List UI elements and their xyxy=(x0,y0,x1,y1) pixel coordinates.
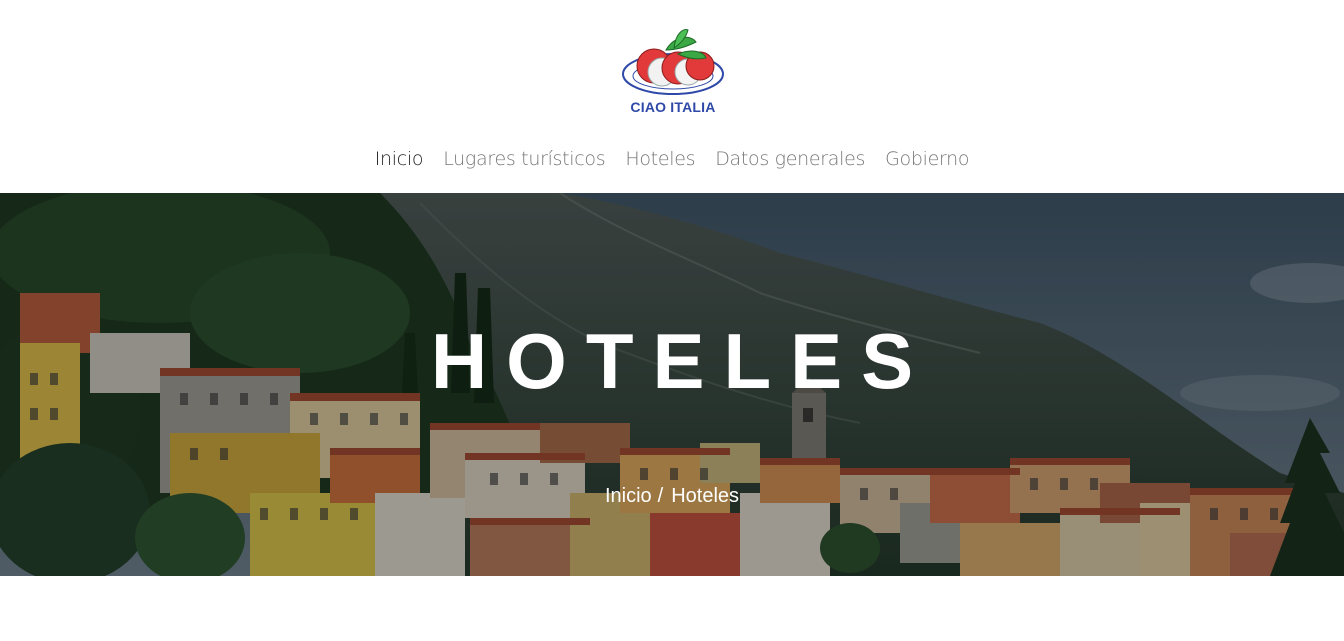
page-content-area xyxy=(0,576,1344,641)
caprese-plate-icon xyxy=(622,29,724,95)
nav-item-hoteles[interactable]: Hoteles xyxy=(615,146,705,172)
page-title: HOTELES xyxy=(430,317,933,405)
brand-name: CIAO ITALIA xyxy=(630,99,716,115)
breadcrumb-current: Hoteles xyxy=(671,485,740,507)
nav-item-inicio[interactable]: Inicio xyxy=(365,146,433,172)
breadcrumb-home-link[interactable]: Inicio xyxy=(605,485,652,508)
nav-item-gobierno[interactable]: Gobierno xyxy=(875,146,979,172)
breadcrumb: Inicio / Hoteles xyxy=(0,485,1344,508)
site-header: CIAO ITALIA Inicio Lugares turísticos Ho… xyxy=(0,0,1344,193)
hero-banner: HOTELES Inicio / Hoteles xyxy=(0,193,1344,576)
nav-item-lugares-turisticos[interactable]: Lugares turísticos xyxy=(433,146,615,172)
breadcrumb-separator: / xyxy=(657,485,664,507)
main-nav: Inicio Lugares turísticos Hoteles Datos … xyxy=(0,146,1344,172)
brand-logo[interactable]: CIAO ITALIA xyxy=(618,28,728,120)
nav-item-datos-generales[interactable]: Datos generales xyxy=(705,146,875,172)
